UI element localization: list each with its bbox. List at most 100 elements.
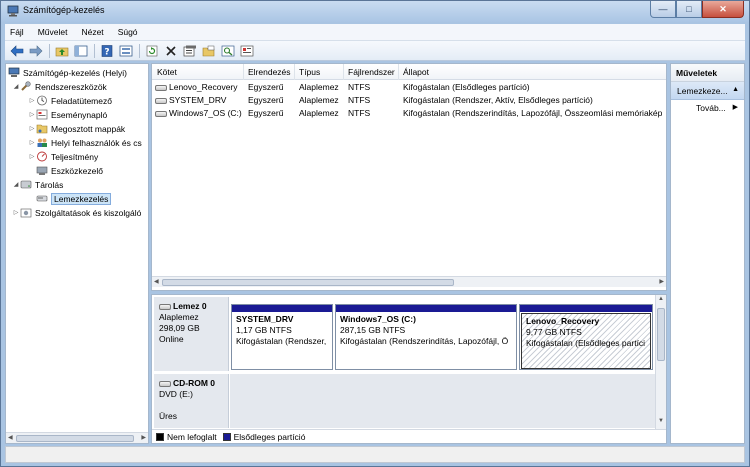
scroll-down-icon[interactable]: ▼ <box>658 418 664 424</box>
collapse-arrow-icon[interactable]: ▲ <box>732 86 739 93</box>
column-header-volume[interactable]: Kötet <box>157 67 177 77</box>
scroll-right-icon[interactable]: ▶ <box>659 278 664 285</box>
disk-0-label[interactable]: Lemez 0 Alaplemez 298,09 GB Online <box>154 297 229 371</box>
cdrom-0-label[interactable]: CD-ROM 0 DVD (E:) Üres <box>154 374 229 428</box>
cell-layout: Egyszerű <box>248 95 284 105</box>
expand-arrow-icon[interactable]: ▷ <box>12 209 20 216</box>
delete-icon[interactable] <box>163 43 179 58</box>
expand-arrow-icon[interactable]: ▷ <box>28 97 36 104</box>
maximize-button[interactable]: □ <box>676 1 702 18</box>
shared-folder-icon <box>36 123 48 134</box>
table-row[interactable]: Windows7_OS (C:) Egyszerű Alaplemez NTFS… <box>152 107 666 120</box>
back-icon[interactable] <box>9 43 25 58</box>
cdrom-empty-area[interactable] <box>230 374 657 428</box>
scroll-up-icon[interactable]: ▲ <box>658 296 664 302</box>
properties-sheet-icon[interactable] <box>182 43 198 58</box>
search-icon[interactable] <box>220 43 236 58</box>
column-divider[interactable] <box>243 64 244 80</box>
cell-type: Alaplemez <box>299 95 339 105</box>
settings-icon[interactable] <box>239 43 255 58</box>
toolbar-separator <box>139 43 140 58</box>
tree-label: Szolgáltatások és kiszolgáló <box>35 207 142 218</box>
cell-status: Kifogástalan (Rendszerindítás, Lapozófáj… <box>403 108 663 118</box>
services-icon <box>20 207 32 218</box>
vertical-scrollbar[interactable]: ▲ ▼ <box>655 295 666 429</box>
properties-icon[interactable] <box>118 43 134 58</box>
partition-windows7-os[interactable]: Windows7_OS (C:) 287,15 GB NTFS Kifogást… <box>335 304 517 370</box>
open-folder-icon[interactable] <box>201 43 217 58</box>
show-hide-tree-icon[interactable] <box>73 43 89 58</box>
help-icon[interactable]: ? <box>99 43 115 58</box>
volume-list: Kötet Elrendezés Típus Fájlrendszer Álla… <box>151 63 667 291</box>
table-row[interactable]: SYSTEM_DRV Egyszerű Alaplemez NTFS Kifog… <box>152 94 666 107</box>
scrollbar-thumb[interactable] <box>16 435 134 442</box>
tree-item-task-scheduler[interactable]: ▷ Feladatütemező <box>28 94 112 107</box>
refresh-icon[interactable] <box>144 43 160 58</box>
expand-arrow-icon[interactable]: ▷ <box>28 125 36 132</box>
scrollbar-thumb[interactable] <box>162 279 454 286</box>
collapse-arrow-icon[interactable]: ◢ <box>12 181 20 188</box>
partition-bar <box>520 305 652 312</box>
menu-help[interactable]: Súgó <box>118 27 138 37</box>
column-divider[interactable] <box>398 64 399 80</box>
tree-item-disk-management[interactable]: Lemezkezelés <box>36 192 112 205</box>
tree-item-device-manager[interactable]: Eszközkezelő <box>36 164 103 177</box>
tree-item-services[interactable]: ▷ Szolgáltatások és kiszolgáló <box>12 206 142 219</box>
tree-item-system-tools[interactable]: ◢ Rendszereszközök <box>12 80 107 93</box>
disk-size: 298,09 GB <box>159 323 200 333</box>
disk-management-icon <box>36 193 48 204</box>
actions-more-label: Továb... <box>696 103 726 113</box>
menu-action[interactable]: Művelet <box>38 27 68 37</box>
close-button[interactable]: ✕ <box>702 1 744 18</box>
horizontal-scrollbar[interactable]: ◀ ▶ <box>152 276 666 287</box>
column-header-type[interactable]: Típus <box>299 67 320 77</box>
tree-item-shared-folders[interactable]: ▷ Megosztott mappák <box>28 122 126 135</box>
column-divider[interactable] <box>343 64 344 80</box>
table-row[interactable]: Lenovo_Recovery Egyszerű Alaplemez NTFS … <box>152 81 666 94</box>
performance-icon <box>36 151 48 162</box>
tree-item-local-users[interactable]: ▷ Helyi felhasználók és cs <box>28 136 142 149</box>
disk-graphical-view: Lemez 0 Alaplemez 298,09 GB Online SYSTE… <box>151 294 667 444</box>
expand-arrow-icon[interactable]: ▷ <box>28 139 36 146</box>
menu-view[interactable]: Nézet <box>81 27 103 37</box>
volume-icon <box>155 84 167 91</box>
horizontal-scrollbar[interactable]: ◀ ▶ <box>6 432 148 443</box>
actions-more-item[interactable]: Továb... ▶ <box>671 100 744 116</box>
cell-type: Alaplemez <box>299 82 339 92</box>
tree-item-performance[interactable]: ▷ Teljesítmény <box>28 150 99 163</box>
minimize-button[interactable]: — <box>650 1 676 18</box>
cell-status: Kifogástalan (Elsődleges partíció) <box>403 82 530 92</box>
menu-file[interactable]: Fájl <box>10 27 24 37</box>
partition-lenovo-recovery[interactable]: Lenovo_Recovery 9,77 GB NTFS Kifogástala… <box>519 304 653 370</box>
cell-layout: Egyszerű <box>248 82 284 92</box>
column-header-filesystem[interactable]: Fájlrendszer <box>348 67 395 77</box>
scroll-left-icon[interactable]: ◀ <box>154 278 159 285</box>
column-header-status[interactable]: Állapot <box>403 67 429 77</box>
title-bar[interactable]: Számítógép-kezelés — □ ✕ <box>1 1 749 22</box>
tree-label: Rendszereszközök <box>35 81 107 92</box>
expand-arrow-icon[interactable]: ▷ <box>28 111 36 118</box>
partition-status: Kifogástalan (Rendszerindítás, Lapozófáj… <box>340 336 509 346</box>
scroll-right-icon[interactable]: ▶ <box>141 434 146 441</box>
tree-item-event-viewer[interactable]: ▷ Eseménynapló <box>28 108 108 121</box>
column-divider[interactable] <box>294 64 295 80</box>
volume-icon <box>155 110 167 117</box>
cell-type: Alaplemez <box>299 108 339 118</box>
collapse-arrow-icon[interactable]: ◢ <box>12 83 20 90</box>
column-header-layout[interactable]: Elrendezés <box>248 67 291 77</box>
partition-size: 9,77 GB NTFS <box>526 327 582 337</box>
partition-system-drv[interactable]: SYSTEM_DRV 1,17 GB NTFS Kifogástalan (Re… <box>231 304 333 370</box>
legend-label-unallocated: Nem lefoglalt <box>167 432 217 442</box>
forward-icon[interactable] <box>28 43 44 58</box>
scroll-left-icon[interactable]: ◀ <box>8 434 13 441</box>
actions-section-disk-management[interactable]: Lemezkeze... ▲ <box>671 82 744 100</box>
tree-item-storage[interactable]: ◢ Tárolás <box>12 178 64 191</box>
tree-item-computer-management[interactable]: Számítógép-kezelés (Helyi) <box>8 66 127 79</box>
cell-volume: Lenovo_Recovery <box>155 82 238 92</box>
expand-arrow-icon[interactable]: ▷ <box>28 153 36 160</box>
scrollbar-thumb[interactable] <box>657 308 665 361</box>
cell-filesystem: NTFS <box>348 82 371 92</box>
up-folder-icon[interactable] <box>54 43 70 58</box>
volume-icon <box>155 97 167 104</box>
tree-label: Számítógép-kezelés (Helyi) <box>23 67 127 78</box>
